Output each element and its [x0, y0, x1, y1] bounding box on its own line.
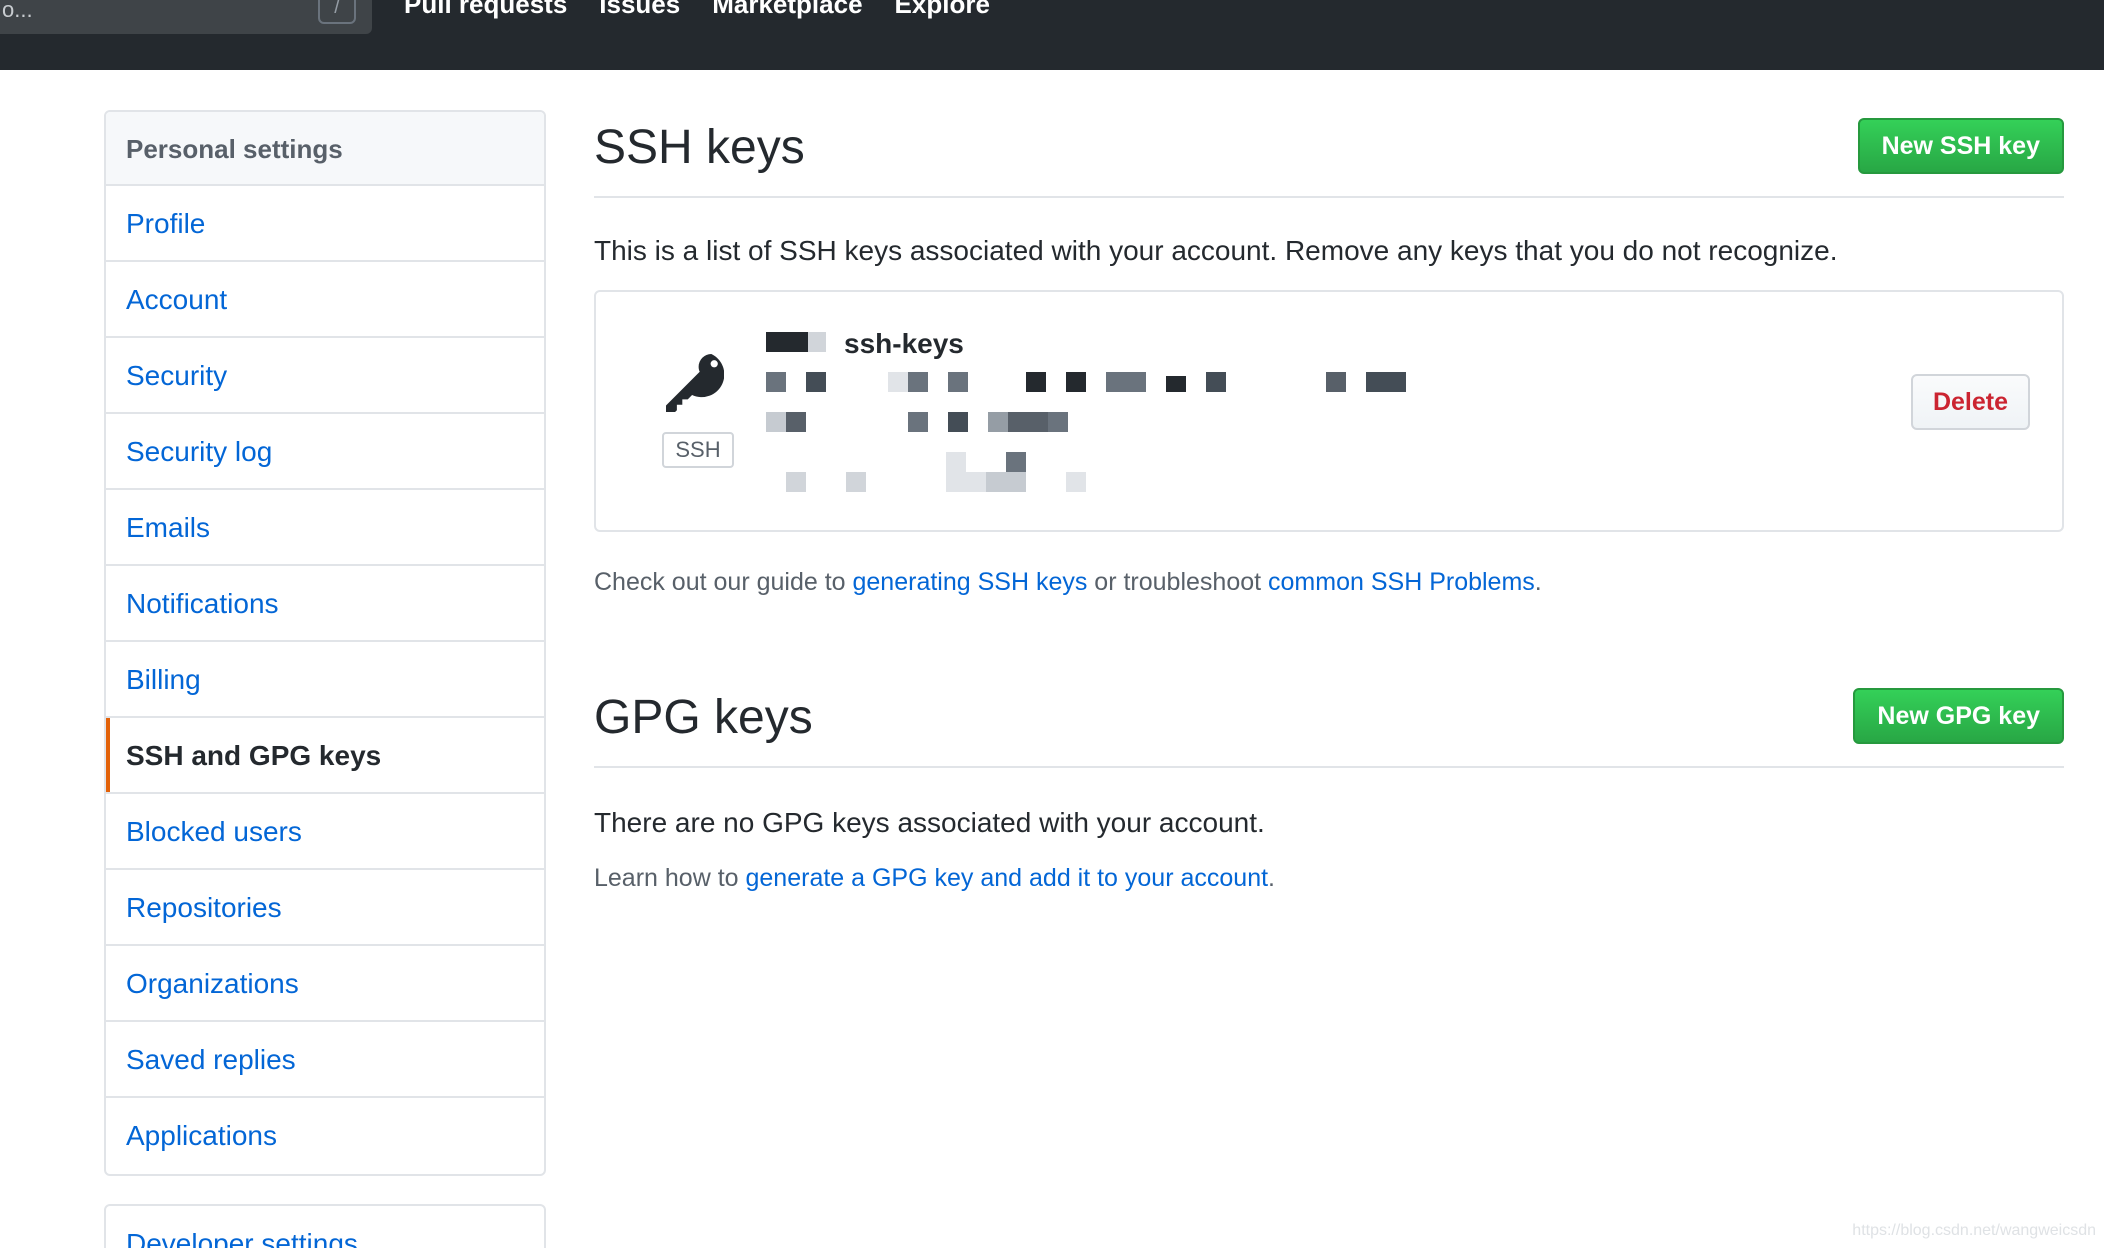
- redacted-block: [766, 332, 808, 352]
- generate-gpg-key-link[interactable]: generate a GPG key and add it to your ac…: [746, 864, 1269, 892]
- sidebar-item-security-log[interactable]: Security log: [106, 414, 544, 490]
- sidebar-item-account[interactable]: Account: [106, 262, 544, 338]
- new-ssh-key-button[interactable]: New SSH key: [1857, 118, 2064, 174]
- redacted-block: [1366, 372, 1406, 392]
- ssh-keys-section: SSH keys New SSH key This is a list of S…: [594, 110, 2064, 598]
- redacted-block: [1066, 372, 1086, 392]
- ssh-key-type-badge: SSH: [662, 432, 734, 468]
- sidebar-item-applications[interactable]: Applications: [106, 1098, 544, 1174]
- redacted-block: [986, 472, 1026, 492]
- redacted-block: [766, 412, 786, 432]
- developer-settings-box: Developer settings: [104, 1204, 546, 1248]
- redacted-block: [946, 452, 966, 492]
- sidebar-item-emails[interactable]: Emails: [106, 490, 544, 566]
- redacted-block: [1008, 412, 1048, 432]
- sidebar-item-profile[interactable]: Profile: [106, 186, 544, 262]
- redacted-block: [806, 372, 826, 392]
- redacted-block: [888, 372, 908, 392]
- sidebar-item-notifications[interactable]: Notifications: [106, 566, 544, 642]
- redacted-block: [908, 412, 928, 432]
- redacted-block: [846, 472, 866, 492]
- sidebar-item-saved-replies[interactable]: Saved replies: [106, 1022, 544, 1098]
- redacted-block: [766, 372, 786, 392]
- ssh-section-title: SSH keys: [594, 121, 805, 174]
- main-content: SSH keys New SSH key This is a list of S…: [594, 110, 2064, 894]
- redacted-block: [1206, 372, 1226, 392]
- gpg-description: There are no GPG keys associated with yo…: [594, 807, 1265, 838]
- common-ssh-problems-link[interactable]: common SSH Problems: [1268, 568, 1535, 596]
- gpg-help-suffix: .: [1268, 864, 1275, 892]
- ssh-help-middle: or troubleshoot: [1087, 568, 1269, 596]
- nav-marketplace[interactable]: Marketplace: [712, 0, 862, 18]
- top-header: o... / Pull requests Issues Marketplace …: [0, 0, 2104, 70]
- watermark: https://blog.csdn.net/wangweicsdn: [1852, 1222, 2096, 1239]
- redacted-block: [1326, 372, 1346, 392]
- redacted-block: [1006, 452, 1026, 472]
- new-gpg-key-button[interactable]: New GPG key: [1853, 688, 2064, 744]
- ssh-key-item: SSH ssh-keys Delete: [594, 290, 2064, 532]
- ssh-section-header: SSH keys New SSH key: [594, 110, 2064, 198]
- ssh-description: This is a list of SSH keys associated wi…: [594, 235, 1838, 266]
- search-shortcut-badge: /: [318, 0, 356, 24]
- gpg-keys-section: GPG keys New GPG key There are no GPG ke…: [594, 680, 2064, 894]
- gpg-section-title: GPG keys: [594, 691, 813, 744]
- redacted-block: [1166, 376, 1186, 392]
- sidebar-item-developer-settings[interactable]: Developer settings: [106, 1206, 544, 1248]
- redacted-block: [948, 372, 968, 392]
- search-input-text: o...: [2, 0, 33, 22]
- key-icon: [666, 354, 724, 412]
- nav-issues[interactable]: Issues: [599, 0, 680, 18]
- sidebar-item-organizations[interactable]: Organizations: [106, 946, 544, 1022]
- gpg-help-prefix: Learn how to: [594, 864, 746, 892]
- search-input[interactable]: o... /: [0, 0, 372, 34]
- redacted-block: [1048, 412, 1068, 432]
- ssh-help-text: Check out our guide to generating SSH ke…: [594, 566, 2064, 598]
- redacted-block: [786, 472, 806, 492]
- sidebar-heading: Personal settings: [106, 112, 544, 186]
- redacted-block: [1106, 372, 1146, 392]
- redacted-block: [1066, 472, 1086, 492]
- gpg-help-text: Learn how to generate a GPG key and add …: [594, 862, 2064, 894]
- sidebar-item-blocked-users[interactable]: Blocked users: [106, 794, 544, 870]
- generating-ssh-keys-link[interactable]: generating SSH keys: [853, 568, 1088, 596]
- gpg-section-header: GPG keys New GPG key: [594, 680, 2064, 768]
- redacted-block: [988, 412, 1008, 432]
- redacted-block: [786, 412, 806, 432]
- sidebar-item-ssh-gpg-keys[interactable]: SSH and GPG keys: [106, 718, 544, 794]
- nav-explore[interactable]: Explore: [895, 0, 990, 18]
- redacted-block: [948, 412, 968, 432]
- delete-ssh-key-button[interactable]: Delete: [1910, 374, 2030, 430]
- redacted-block: [1026, 372, 1046, 392]
- ssh-help-prefix: Check out our guide to: [594, 568, 853, 596]
- ssh-help-suffix: .: [1534, 568, 1542, 596]
- nav-pull-requests[interactable]: Pull requests: [404, 0, 567, 18]
- sidebar-item-security[interactable]: Security: [106, 338, 544, 414]
- redacted-block: [966, 472, 986, 492]
- redacted-block: [808, 332, 826, 352]
- sidebar-item-repositories[interactable]: Repositories: [106, 870, 544, 946]
- settings-sidebar: Personal settings Profile Account Securi…: [104, 110, 546, 1176]
- redacted-block: [908, 372, 928, 392]
- ssh-key-title: ssh-keys: [844, 328, 964, 359]
- header-nav: Pull requests Issues Marketplace Explore: [404, 0, 990, 18]
- sidebar-item-billing[interactable]: Billing: [106, 642, 544, 718]
